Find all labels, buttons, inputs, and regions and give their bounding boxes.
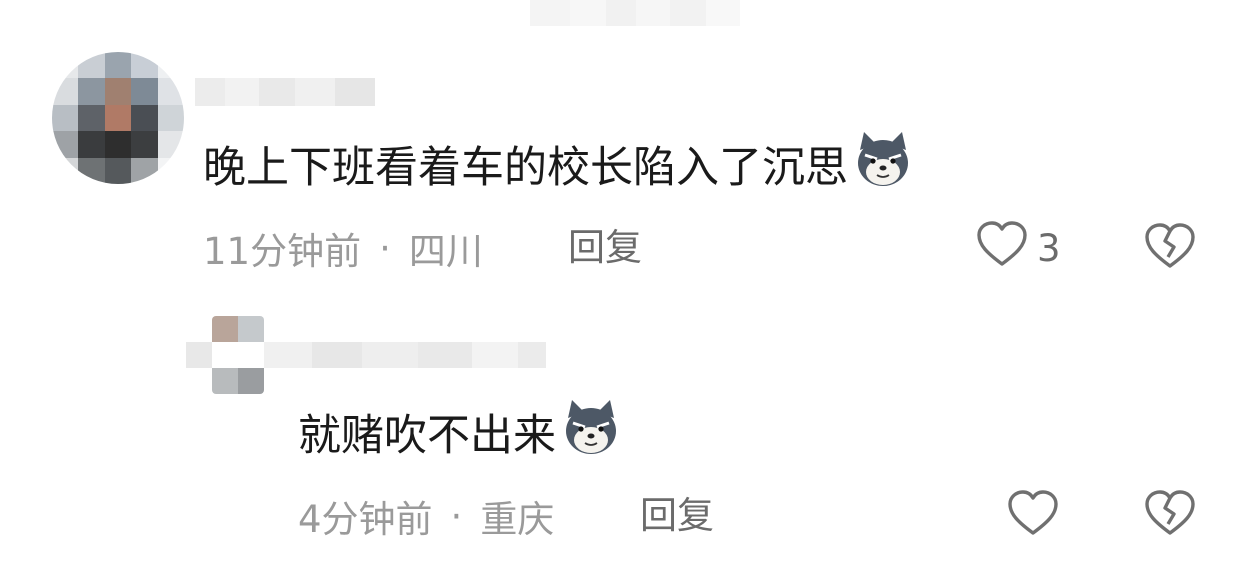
comment-meta: 11分钟前 · 四川	[203, 224, 483, 274]
comment-text: 就赌吹不出来	[298, 399, 622, 464]
like-button[interactable]: 3	[975, 220, 1061, 274]
blurred-previous-content	[530, 0, 740, 26]
comment-meta: 4分钟前 · 重庆	[298, 492, 555, 542]
heart-outline-icon	[1006, 488, 1060, 542]
dislike-button[interactable]	[1143, 489, 1197, 541]
comment-location: 四川	[408, 230, 483, 273]
dog-emoji-icon	[560, 396, 622, 469]
like-button[interactable]	[1006, 489, 1060, 541]
reply-button[interactable]: 回复	[568, 224, 642, 272]
username-blurred[interactable]	[195, 78, 375, 106]
comment-time: 11分钟前	[203, 230, 362, 273]
username-blurred[interactable]	[186, 342, 546, 368]
dislike-button[interactable]	[1143, 222, 1197, 274]
comment-text: 晚上下班看着车的校长陷入了沉思	[203, 131, 914, 196]
comment-location: 重庆	[480, 498, 555, 541]
comment-body: 就赌吹不出来	[298, 411, 556, 461]
broken-heart-icon	[1143, 221, 1197, 275]
meta-separator: ·	[450, 494, 463, 538]
dog-emoji-icon	[852, 128, 914, 201]
broken-heart-icon	[1143, 488, 1197, 542]
heart-outline-icon	[975, 219, 1029, 278]
reply-button[interactable]: 回复	[640, 492, 714, 540]
avatar[interactable]	[52, 52, 184, 184]
comment-body: 晚上下班看着车的校长陷入了沉思	[203, 143, 848, 193]
comment-time: 4分钟前	[298, 498, 433, 541]
meta-separator: ·	[379, 226, 391, 270]
like-count: 3	[1037, 226, 1061, 270]
